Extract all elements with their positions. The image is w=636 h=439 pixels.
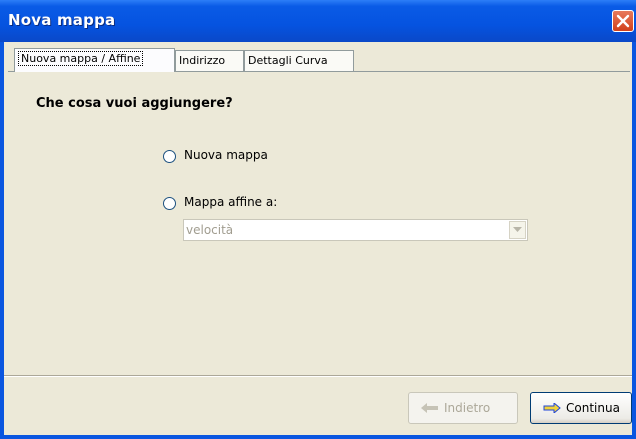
close-button[interactable] <box>612 10 634 32</box>
question-heading: Che cosa vuoi aggiungere? <box>36 96 233 111</box>
continue-button[interactable]: Continua <box>530 392 632 424</box>
close-icon <box>616 14 630 28</box>
title-bar[interactable]: Nova mappa <box>0 0 636 42</box>
radio-mappa-affine[interactable] <box>163 197 176 210</box>
window-title: Nova mappa <box>8 11 116 29</box>
affine-select[interactable]: velocità <box>183 219 528 241</box>
tab-dettagli-curva[interactable]: Dettagli Curva <box>244 50 354 71</box>
tab-label: Dettagli Curva <box>248 54 328 67</box>
tab-indirizzo[interactable]: Indirizzo <box>175 50 244 71</box>
separator <box>4 375 632 377</box>
back-button[interactable]: Indietro <box>408 392 518 424</box>
tab-label: Nuova mappa / Affine <box>18 51 144 66</box>
dropdown-button[interactable] <box>509 221 526 239</box>
back-button-label: Indietro <box>444 401 491 415</box>
arrow-left-icon <box>421 403 438 413</box>
radio-label-nuova-mappa: Nuova mappa <box>184 148 268 162</box>
continue-button-label: Continua <box>566 401 620 415</box>
tab-nuova-mappa-affine[interactable]: Nuova mappa / Affine <box>14 48 175 72</box>
arrow-right-icon <box>543 403 561 413</box>
dialog-client: Nuova mappa / Affine Indirizzo Dettagli … <box>4 42 632 435</box>
radio-nuova-mappa[interactable] <box>163 150 176 163</box>
affine-select-value: velocità <box>186 223 234 237</box>
tab-panel: Che cosa vuoi aggiungere? Nuova mappa Ma… <box>8 71 630 375</box>
radio-label-mappa-affine: Mappa affine a: <box>184 195 278 209</box>
tab-label: Indirizzo <box>179 54 226 67</box>
chevron-down-icon <box>513 227 522 232</box>
dialog-window: Nova mappa Nuova mappa / Affine Indirizz… <box>0 0 636 439</box>
